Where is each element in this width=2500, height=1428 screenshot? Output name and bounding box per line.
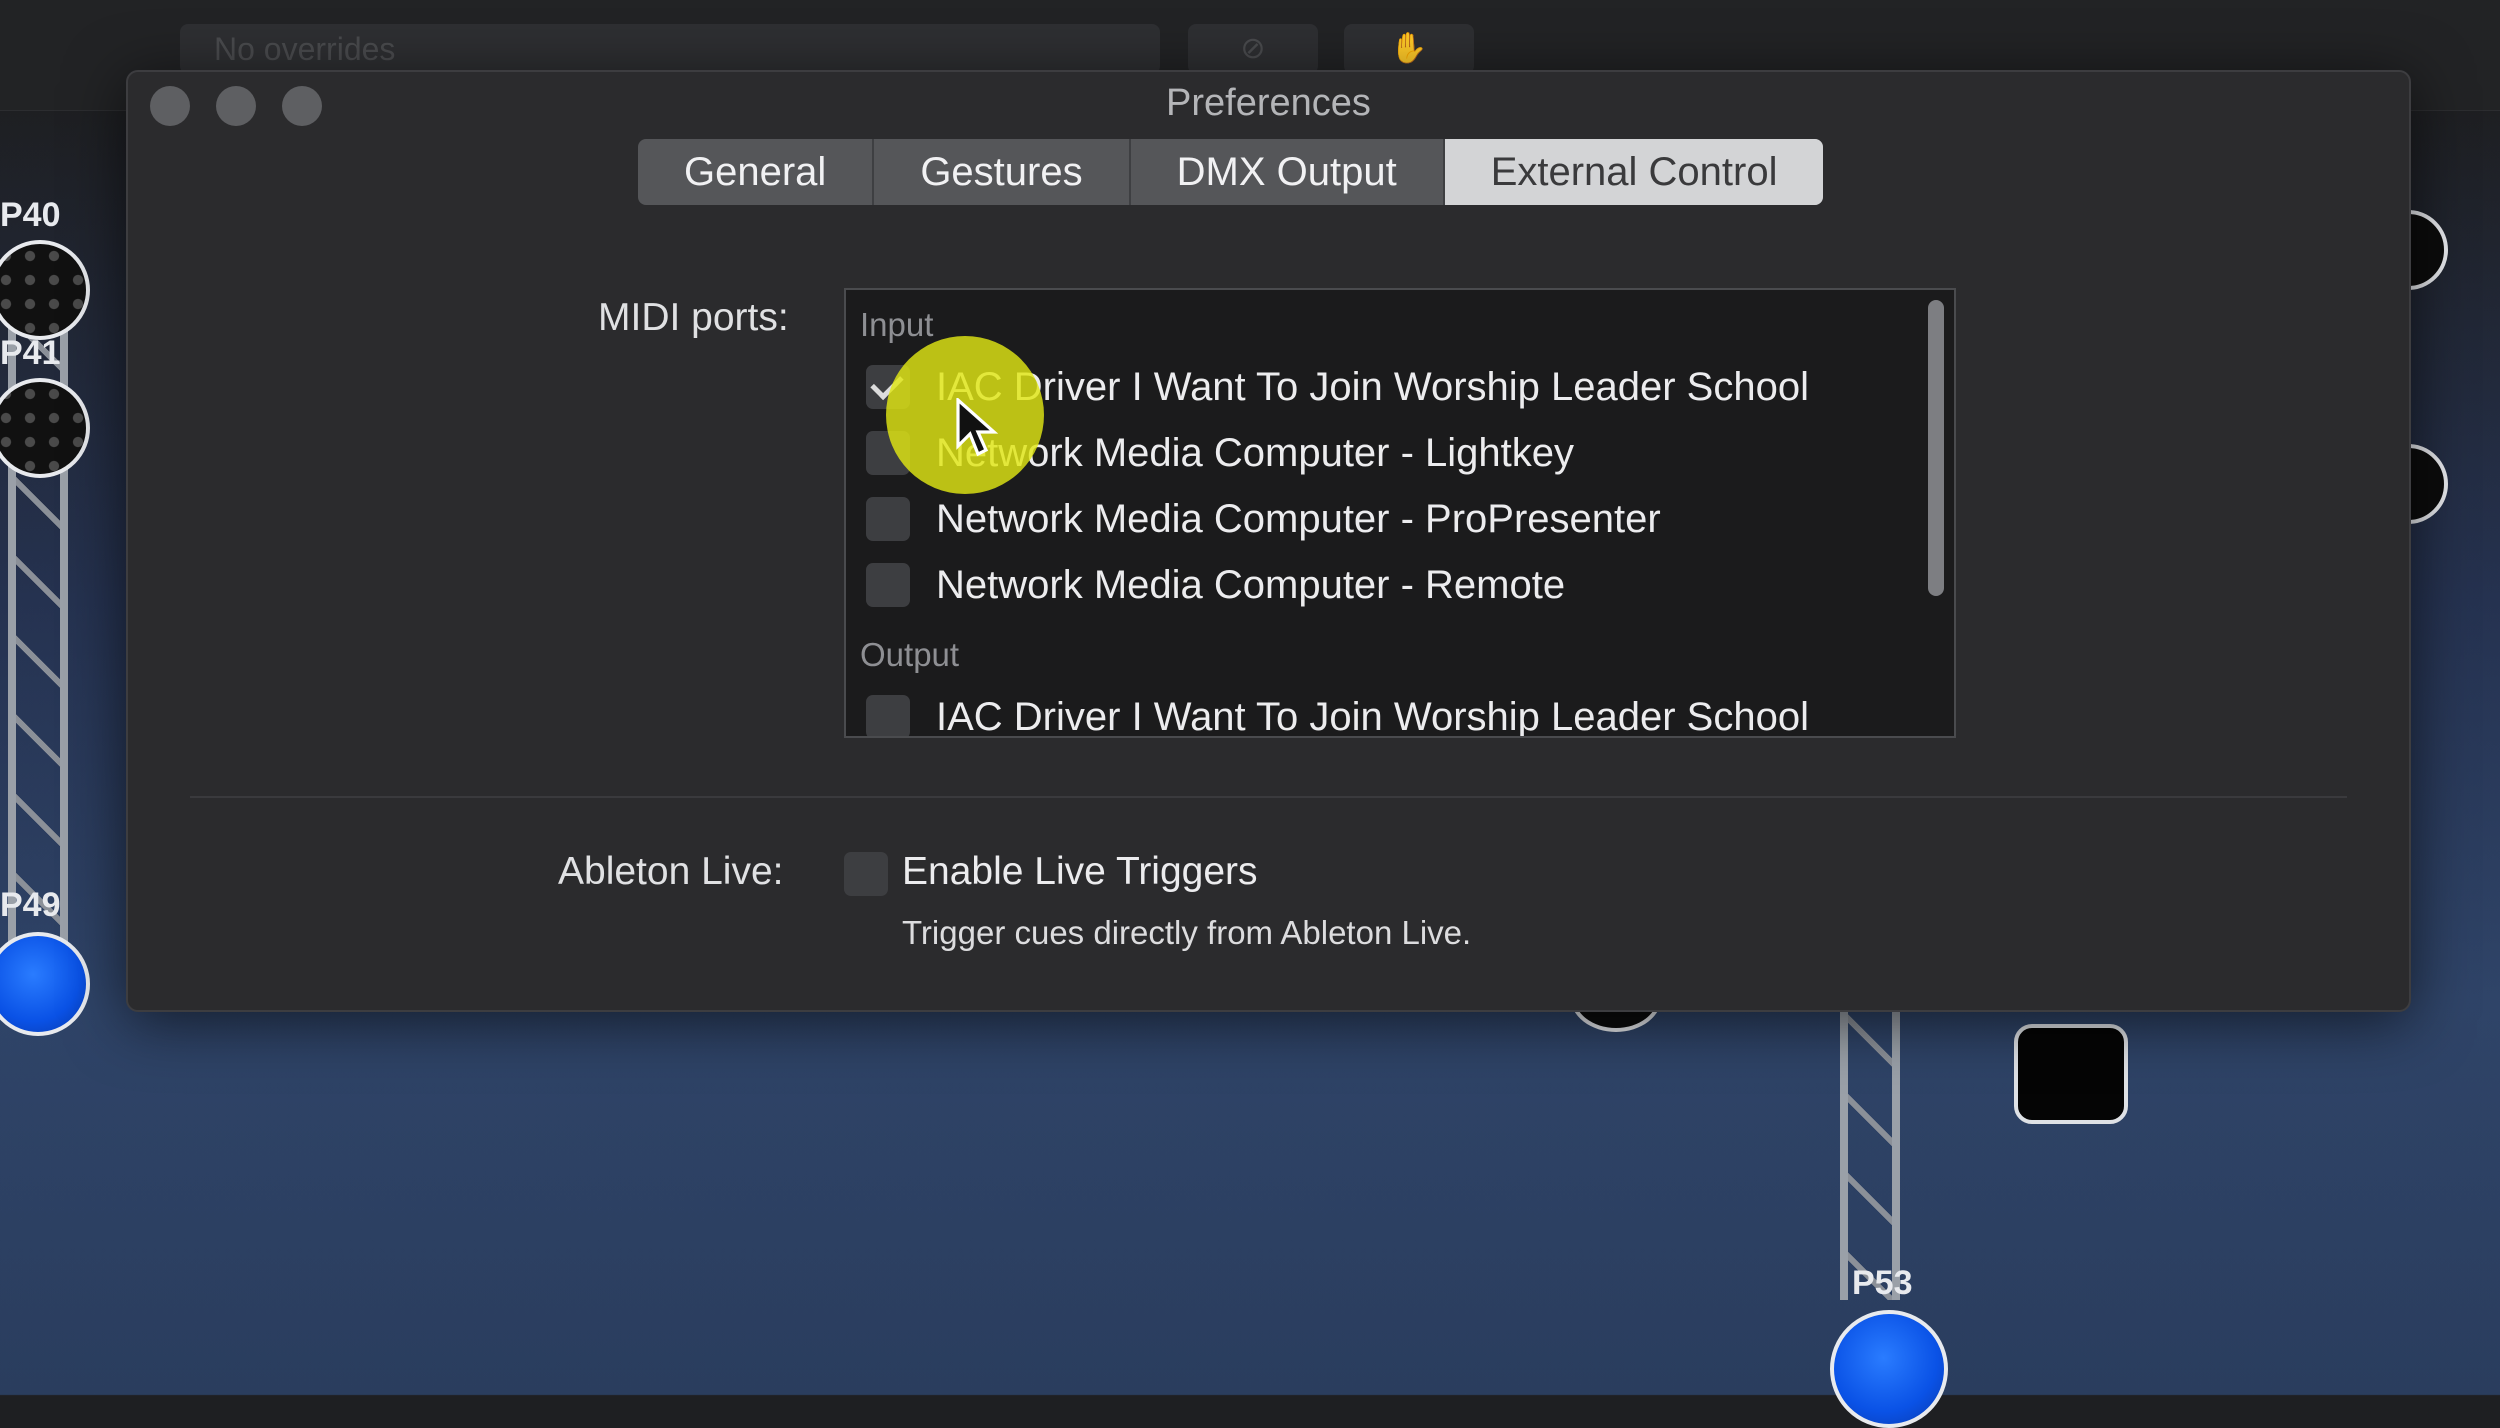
input-header: Input — [860, 306, 934, 343]
truss-right — [1840, 1000, 1900, 1300]
output-header: Output — [860, 636, 960, 673]
tab-general[interactable]: General — [638, 139, 875, 205]
port-row-input-remote[interactable]: Network Media Computer - Remote — [866, 560, 1565, 610]
overrides-field[interactable]: No overrides — [180, 24, 1160, 74]
enable-live-triggers-label[interactable]: Enable Live Triggers — [902, 850, 1258, 894]
midi-ports-list[interactable]: Input IAC Driver I Want To Join Worship … — [844, 288, 1956, 738]
section-divider — [190, 796, 2347, 798]
hand-icon: ✋ — [1390, 32, 1428, 65]
fixture-p40[interactable] — [0, 240, 90, 340]
port-name: Network Media Computer - Lightkey — [936, 430, 1575, 475]
port-row-input-iac[interactable]: IAC Driver I Want To Join Worship Leader… — [866, 362, 1809, 412]
port-name: IAC Driver I Want To Join Worship Leader… — [936, 364, 1809, 409]
port-name: IAC Driver I Want To Join Worship Leader… — [936, 694, 1809, 738]
fixture-label-p49: P49 — [0, 886, 61, 924]
ableton-live-label: Ableton Live: — [558, 850, 784, 893]
eye-slash-icon: ⊘ — [1240, 32, 1266, 65]
ableton-hint-text: Trigger cues directly from Ableton Live. — [902, 914, 1472, 951]
port-checkbox[interactable] — [866, 563, 910, 607]
fixture-square[interactable] — [2014, 1024, 2128, 1124]
tab-external-control[interactable]: External Control — [1444, 139, 1824, 205]
enable-live-triggers-checkbox[interactable] — [844, 852, 888, 896]
port-name: Network Media Computer - Remote — [936, 562, 1566, 607]
tab-gestures[interactable]: Gestures — [874, 139, 1131, 205]
fixture-label-p53: P53 — [1852, 1264, 1913, 1302]
preferences-dialog: Preferences General Gestures DMX Output … — [126, 70, 2411, 1012]
port-row-input-lightkey[interactable]: Network Media Computer - Lightkey — [866, 428, 1574, 478]
preferences-tabbar: General Gestures DMX Output External Con… — [638, 139, 1824, 205]
port-checkbox[interactable] — [866, 365, 910, 409]
port-row-output-iac[interactable]: IAC Driver I Want To Join Worship Leader… — [866, 692, 1809, 738]
midi-ports-label: MIDI ports: — [598, 296, 789, 339]
port-checkbox[interactable] — [866, 695, 910, 736]
fixture-label-p41: P41 — [0, 334, 61, 372]
tab-dmx-output[interactable]: DMX Output — [1131, 139, 1445, 205]
hand-tool-button[interactable]: ✋ — [1344, 24, 1474, 74]
fixture-p41[interactable] — [0, 378, 90, 478]
ports-scrollbar[interactable] — [1928, 300, 1944, 596]
port-name: Network Media Computer - ProPresenter — [936, 496, 1661, 541]
visibility-toggle-button[interactable]: ⊘ — [1188, 24, 1318, 74]
fixture-p49[interactable] — [0, 932, 90, 1036]
port-checkbox[interactable] — [866, 431, 910, 475]
fixture-label-p40: P40 — [0, 196, 61, 234]
port-row-input-propresenter[interactable]: Network Media Computer - ProPresenter — [866, 494, 1661, 544]
fixture-p53[interactable] — [1830, 1310, 1948, 1428]
dialog-title: Preferences — [1166, 82, 1371, 124]
port-checkbox[interactable] — [866, 497, 910, 541]
